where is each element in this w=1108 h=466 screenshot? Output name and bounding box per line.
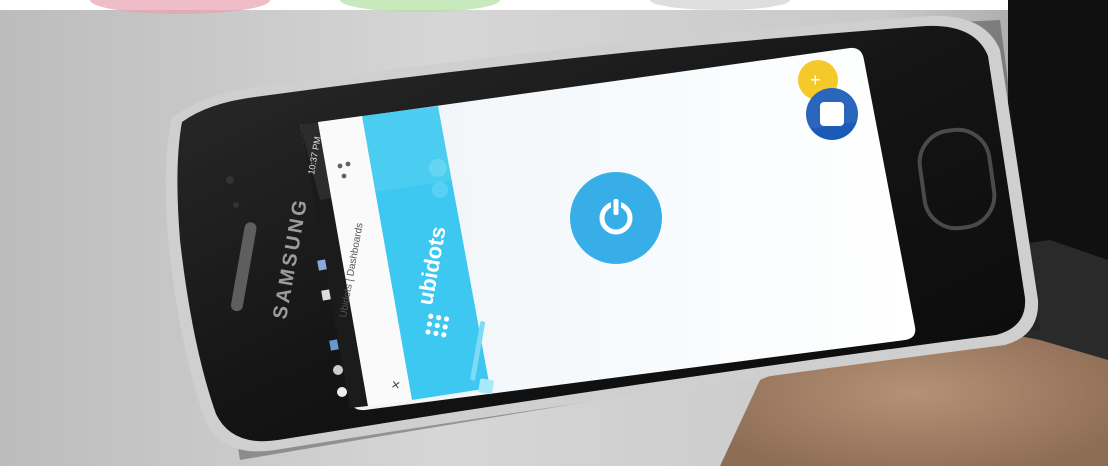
- dashboard-icon: [478, 378, 494, 395]
- front-sensor: [226, 176, 234, 184]
- photo-scene: SAMSUNG 10:37 PM Ubidots | Dashboards ×: [0, 0, 1108, 466]
- grid-menu-icon: [425, 313, 450, 338]
- power-button[interactable]: [570, 172, 662, 264]
- menu-button[interactable]: [425, 313, 450, 338]
